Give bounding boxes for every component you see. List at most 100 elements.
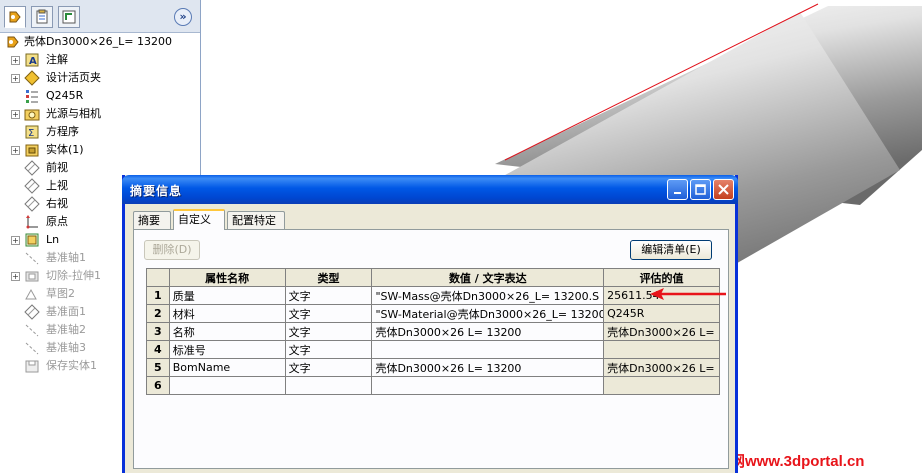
property-name-cell[interactable]: 标准号	[168, 340, 286, 359]
table-row[interactable]: 2 材料 文字 "SW-Material@壳体Dn3000×26_L= 13200 Q2…	[146, 304, 720, 323]
tab-custom[interactable]: 自定义	[173, 209, 225, 230]
delete-button[interactable]: 删除(D)	[144, 240, 200, 260]
equations-icon: Σ	[24, 124, 40, 140]
expand-icon[interactable]: +	[11, 146, 20, 155]
save-bodies-icon	[24, 358, 40, 374]
expression-cell[interactable]: 壳体Dn3000×26 L= 13200	[371, 322, 605, 341]
expand-icon[interactable]: +	[11, 56, 20, 65]
tree-item-label: 基准轴3	[46, 341, 86, 354]
axis-icon	[24, 322, 40, 338]
row-number: 2	[146, 304, 170, 323]
plane-icon	[24, 178, 40, 194]
feature-tree-icon	[9, 11, 21, 23]
maximize-button[interactable]	[690, 179, 711, 200]
tree-item-label: 基准面1	[46, 305, 86, 318]
close-button[interactable]	[713, 179, 734, 200]
material-icon	[24, 88, 40, 104]
type-cell[interactable]: 文字	[284, 304, 373, 323]
summary-info-dialog: 摘要信息 摘要 自定义 配置特定 删除(D) 编辑清单(E) 属性名称 类型 数…	[122, 175, 738, 473]
svg-text:Σ: Σ	[28, 128, 34, 139]
tree-item-label: 草图2	[46, 287, 75, 300]
tree-item-label: 原点	[46, 215, 68, 228]
expression-cell[interactable]: "SW-Material@壳体Dn3000×26_L= 13200	[371, 304, 605, 323]
evaluated-value-cell	[603, 340, 720, 359]
table-header-row: 属性名称 类型 数值 / 文字表达 评估的值	[146, 268, 720, 287]
close-icon	[718, 184, 729, 195]
property-name-cell[interactable]: 名称	[168, 322, 286, 341]
tree-item-label: 右视	[46, 197, 68, 210]
tree-item-label: 实体(1)	[46, 143, 84, 156]
property-manager-icon	[36, 9, 48, 24]
plane-icon	[24, 160, 40, 176]
lights-cameras-icon	[24, 106, 40, 122]
row-number: 3	[146, 322, 170, 341]
annotation-arrow-icon	[650, 288, 726, 300]
expression-cell[interactable]: 壳体Dn3000×26 L= 13200	[371, 358, 605, 377]
dialog-titlebar[interactable]: 摘要信息	[122, 175, 738, 204]
solid-bodies-icon	[24, 142, 40, 158]
maximize-icon	[695, 184, 706, 195]
tab-summary[interactable]: 摘要	[133, 211, 171, 229]
expand-icon[interactable]: +	[11, 74, 20, 83]
row-number: 1	[146, 286, 170, 305]
tree-item-label: 设计活页夹	[46, 71, 101, 84]
tree-item-label: 前视	[46, 161, 68, 174]
tree-item-label: 基准轴2	[46, 323, 86, 336]
column-header[interactable]: 类型	[284, 268, 373, 287]
tree-item-label: 切除-拉伸1	[46, 269, 101, 282]
part-icon	[5, 34, 21, 50]
table-row[interactable]: 6	[146, 376, 720, 395]
type-cell[interactable]: 文字	[284, 322, 373, 341]
tab-config-specific[interactable]: 配置特定	[227, 211, 285, 229]
column-header[interactable]: 数值 / 文字表达	[371, 268, 605, 287]
dialog-title: 摘要信息	[130, 184, 183, 198]
property-name-cell[interactable]: 质量	[168, 286, 286, 305]
configuration-manager-icon	[62, 10, 76, 24]
column-header[interactable]: 属性名称	[168, 268, 286, 287]
column-header[interactable]: 评估的值	[603, 268, 720, 287]
table-corner	[146, 268, 170, 287]
type-cell[interactable]: 文字	[284, 358, 373, 377]
edit-bom-button[interactable]: 编辑清单(E)	[630, 240, 712, 260]
tree-item-label: 保存实体1	[46, 359, 97, 372]
property-name-cell[interactable]: 材料	[168, 304, 286, 323]
expression-cell[interactable]	[371, 376, 605, 395]
plane-icon	[24, 196, 40, 212]
property-name-cell[interactable]: BomName	[168, 358, 286, 377]
expression-cell[interactable]: "SW-Mass@壳体Dn3000×26_L= 13200.S	[371, 286, 605, 305]
type-cell[interactable]	[284, 376, 373, 395]
expression-cell[interactable]	[371, 340, 605, 359]
evaluated-value-cell: 壳体Dn3000×26 L=	[603, 358, 720, 377]
property-name-cell[interactable]	[168, 376, 286, 395]
evaluated-value-cell	[603, 376, 720, 395]
chevron-right-icon[interactable]: »	[174, 8, 192, 26]
evaluated-value-cell: 壳体Dn3000×26 L= 1	[603, 322, 720, 341]
type-cell[interactable]: 文字	[284, 340, 373, 359]
expand-icon[interactable]: +	[11, 272, 20, 281]
svg-text:A: A	[29, 56, 37, 67]
custom-properties-table: 属性名称 类型 数值 / 文字表达 评估的值 1 质量 文字 "SW-Mass@壳体D…	[146, 268, 720, 395]
minimize-icon	[673, 191, 681, 194]
row-number: 6	[146, 376, 170, 395]
minimize-button[interactable]	[667, 179, 688, 200]
custom-properties-panel: 删除(D) 编辑清单(E) 属性名称 类型 数值 / 文字表达 评估的值 1 质量…	[133, 229, 729, 469]
feature-manager-tabs: »	[0, 0, 200, 33]
table-row[interactable]: 1 质量 文字 "SW-Mass@壳体Dn3000×26_L= 13200.S 2561…	[146, 286, 720, 305]
evaluated-value-cell: Q245R	[603, 304, 720, 323]
origin-icon	[24, 214, 40, 230]
tree-root-label: 壳体Dn3000×26_L= 13200	[24, 35, 172, 48]
type-cell[interactable]: 文字	[284, 286, 373, 305]
tree-item-label: 方程序	[46, 125, 79, 138]
configurationmanager-tab[interactable]	[58, 6, 80, 28]
table-row[interactable]: 3 名称 文字 壳体Dn3000×26 L= 13200 壳体Dn3000×26 L= …	[146, 322, 720, 341]
expand-icon[interactable]: +	[11, 236, 20, 245]
table-row[interactable]: 5 BomName 文字 壳体Dn3000×26 L= 13200 壳体Dn3000…	[146, 358, 720, 377]
table-row[interactable]: 4 标准号 文字	[146, 340, 720, 359]
plane-icon	[24, 304, 40, 320]
expand-icon[interactable]: +	[11, 110, 20, 119]
featuremanager-tab[interactable]	[4, 6, 26, 28]
tree-item-label: Ln	[46, 233, 60, 246]
tree-item-label: 注解	[46, 53, 68, 66]
axis-icon	[24, 250, 40, 266]
propertymanager-tab[interactable]	[31, 6, 53, 28]
